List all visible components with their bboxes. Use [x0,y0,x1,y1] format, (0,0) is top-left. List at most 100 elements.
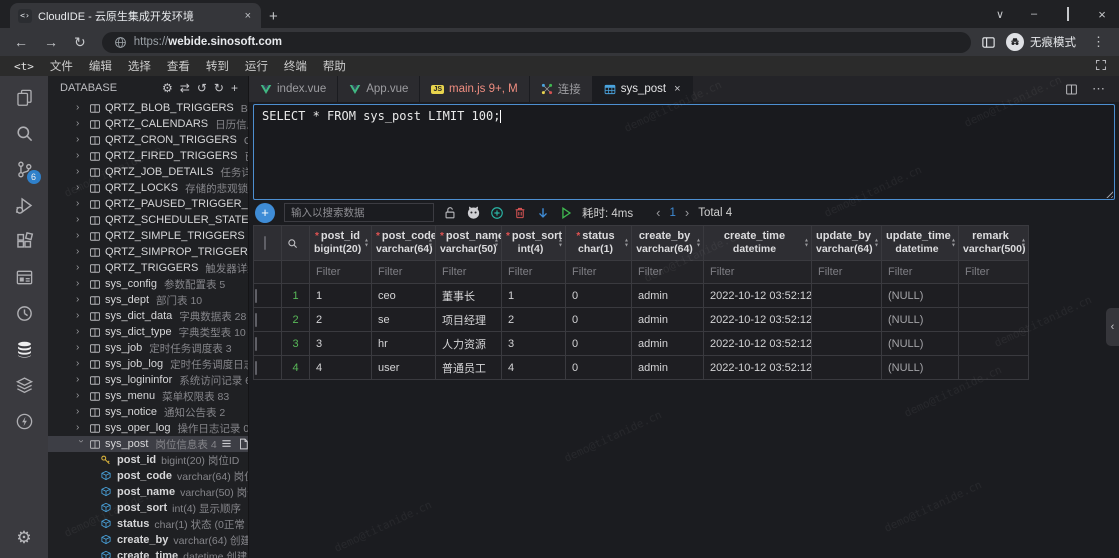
menubar-item-查看[interactable]: 查看 [159,61,198,73]
tree-table-sys_post[interactable]: ›sys_post岗位信息表 4 [48,436,248,452]
chevron-right-icon[interactable]: › [76,103,85,113]
tree-table-sys_oper_log[interactable]: ›sys_oper_log操作日志记录 0 [48,420,248,436]
column-header-post_id[interactable]: *post_idbigint(20)▲▼ [310,226,372,261]
readonly-lock-icon[interactable] [443,206,457,220]
sort-icon[interactable]: ▲▼ [696,239,701,248]
column-header-create_time[interactable]: create_timedatetime▲▼ [704,226,812,261]
chevron-right-icon[interactable]: › [76,311,85,321]
tab-search-icon[interactable]: ∨ [983,8,1017,21]
chevron-right-icon[interactable]: › [76,279,85,289]
menubar-item-运行[interactable]: 运行 [237,61,276,73]
tree-table-sys_dept[interactable]: ›sys_dept部门表 10 [48,292,248,308]
search-icon[interactable] [15,124,34,143]
tree-table-QRTZ_LOCKS[interactable]: ›QRTZ_LOCKS存储的悲观锁信息表 2 [48,180,248,196]
explorer-icon[interactable] [15,88,34,107]
cell-status[interactable]: 0 [566,332,632,356]
tree-table-QRTZ_PAUSED_TRIGGER_GRPS[interactable]: ›QRTZ_PAUSED_TRIGGER_GRPS暂... [48,196,248,212]
row-checkbox-cell[interactable] [254,284,282,308]
sort-icon[interactable]: ▲▼ [428,239,433,248]
menubar-item-转到[interactable]: 转到 [198,61,237,73]
tree-field-post_code[interactable]: post_codevarchar(64) 岗位编码 [48,468,248,484]
cell-create_time[interactable]: 2022-10-12 03:52:12 [704,356,812,380]
cell-post_name[interactable]: 普通员工 [436,356,502,380]
settings-gear-icon[interactable]: ⚙ [162,81,173,95]
cell-update_by[interactable] [812,284,882,308]
new-sql-file-icon[interactable] [238,438,248,450]
cell-update_by[interactable] [812,356,882,380]
row-checkbox[interactable] [255,337,257,351]
cell-post_name[interactable]: 项目经理 [436,308,502,332]
side-panel-icon[interactable] [981,35,996,50]
cell-post_code[interactable]: hr [372,332,436,356]
cell-update_time[interactable]: (NULL) [882,308,959,332]
new-tab-button[interactable]: + [261,8,290,28]
cell-update_time[interactable]: (NULL) [882,284,959,308]
cell-post_id[interactable]: 4 [310,356,372,380]
database-icon[interactable] [15,340,34,359]
tree-table-sys_dict_type[interactable]: ›sys_dict_type字典类型表 10 [48,324,248,340]
fullscreen-icon[interactable] [1095,59,1107,71]
sort-icon[interactable]: ▲▼ [494,239,499,248]
tree-field-post_id[interactable]: post_idbigint(20) 岗位ID [48,452,248,468]
tree-table-QRTZ_CRON_TRIGGERS[interactable]: ›QRTZ_CRON_TRIGGERSCron类型... [48,132,248,148]
refresh-icon[interactable]: ↻ [214,81,224,95]
tree-table-QRTZ_SIMPROP_TRIGGERS[interactable]: ›QRTZ_SIMPROP_TRIGGERS同步机... [48,244,248,260]
incognito-badge[interactable]: 无痕模式 [1000,33,1082,51]
site-info-icon[interactable] [114,36,127,49]
cell-post_code[interactable]: se [372,308,436,332]
lightning-icon[interactable] [15,412,34,431]
export-download-icon[interactable] [536,206,550,220]
chevron-right-icon[interactable]: › [76,327,85,337]
reload-icon[interactable]: ↻ [68,34,92,51]
filter-input-post_id[interactable]: Filter [310,261,372,284]
cell-post_name[interactable]: 人力资源 [436,332,502,356]
column-header-post_sort[interactable]: *post_sortint(4)▲▼ [502,226,566,261]
filter-input-post_code[interactable]: Filter [372,261,436,284]
run-debug-icon[interactable] [15,196,34,215]
sync-icon[interactable]: ⇄ [180,81,190,95]
chevron-right-icon[interactable]: › [76,391,85,401]
row-checkbox-cell[interactable] [254,356,282,380]
table-row[interactable]: 33hr人力资源30admin2022-10-12 03:52:12(NULL) [254,332,1029,356]
row-checkbox[interactable] [255,361,257,375]
cell-create_time[interactable]: 2022-10-12 03:52:12 [704,308,812,332]
browser-menu-icon[interactable]: ⋮ [1086,34,1111,50]
cell-remark[interactable] [959,356,1029,380]
tree-table-QRTZ_CALENDARS[interactable]: ›QRTZ_CALENDARS日历信息表 0 [48,116,248,132]
tree-table-QRTZ_SIMPLE_TRIGGERS[interactable]: ›QRTZ_SIMPLE_TRIGGERS简单触发... [48,228,248,244]
chevron-right-icon[interactable]: › [76,199,85,209]
table-row[interactable]: 11ceo董事长10admin2022-10-12 03:52:12(NULL) [254,284,1029,308]
sort-icon[interactable]: ▲▼ [874,239,879,248]
browser-tab[interactable]: <› CloudIDE - 云原生集成开发环境 × [10,3,261,28]
cell-post_code[interactable]: user [372,356,436,380]
row-checkbox-cell[interactable] [254,308,282,332]
editor-tab-index.vue[interactable]: index.vue [249,76,338,102]
filter-input-status[interactable]: Filter [566,261,632,284]
table-row[interactable]: 44user普通员工40admin2022-10-12 03:52:12(NUL… [254,356,1029,380]
tree-table-sys_dict_data[interactable]: ›sys_dict_data字典数据表 28 [48,308,248,324]
chevron-right-icon[interactable]: › [76,135,85,145]
chevron-right-icon[interactable]: › [76,167,85,177]
row-checkbox[interactable] [255,289,257,303]
cell-post_sort[interactable]: 2 [502,308,566,332]
tree-table-QRTZ_FIRED_TRIGGERS[interactable]: ›QRTZ_FIRED_TRIGGERS已触发的触... [48,148,248,164]
chevron-right-icon[interactable]: › [76,231,85,241]
menubar-item-帮助[interactable]: 帮助 [315,61,354,73]
cell-update_time[interactable]: (NULL) [882,356,959,380]
tree-field-post_name[interactable]: post_namevarchar(50) 岗位名称 [48,484,248,500]
collapse-panel-handle[interactable]: ‹ [1106,308,1119,346]
cell-create_by[interactable]: admin [632,308,704,332]
tab-close-icon[interactable]: × [674,83,680,95]
tree-table-sys_notice[interactable]: ›sys_notice通知公告表 2 [48,404,248,420]
sort-icon[interactable]: ▲▼ [558,239,563,248]
tree-table-QRTZ_SCHEDULER_STATE[interactable]: ›QRTZ_SCHEDULER_STATE调度器状... [48,212,248,228]
sort-icon[interactable]: ▲▼ [951,239,956,248]
sort-icon[interactable]: ▲▼ [1021,239,1026,248]
back-icon[interactable]: ← [8,34,34,50]
next-page-icon[interactable]: › [685,205,689,220]
tree-table-QRTZ_BLOB_TRIGGERS[interactable]: ›QRTZ_BLOB_TRIGGERSBlob类型的... [48,100,248,116]
tree-table-sys_job_log[interactable]: ›sys_job_log定时任务调度日志表 0 [48,356,248,372]
tree-field-post_sort[interactable]: post_sortint(4) 显示顺序 [48,500,248,516]
row-search-header[interactable] [282,226,310,261]
tree-table-QRTZ_TRIGGERS[interactable]: ›QRTZ_TRIGGERS触发器详细信息表 3 [48,260,248,276]
